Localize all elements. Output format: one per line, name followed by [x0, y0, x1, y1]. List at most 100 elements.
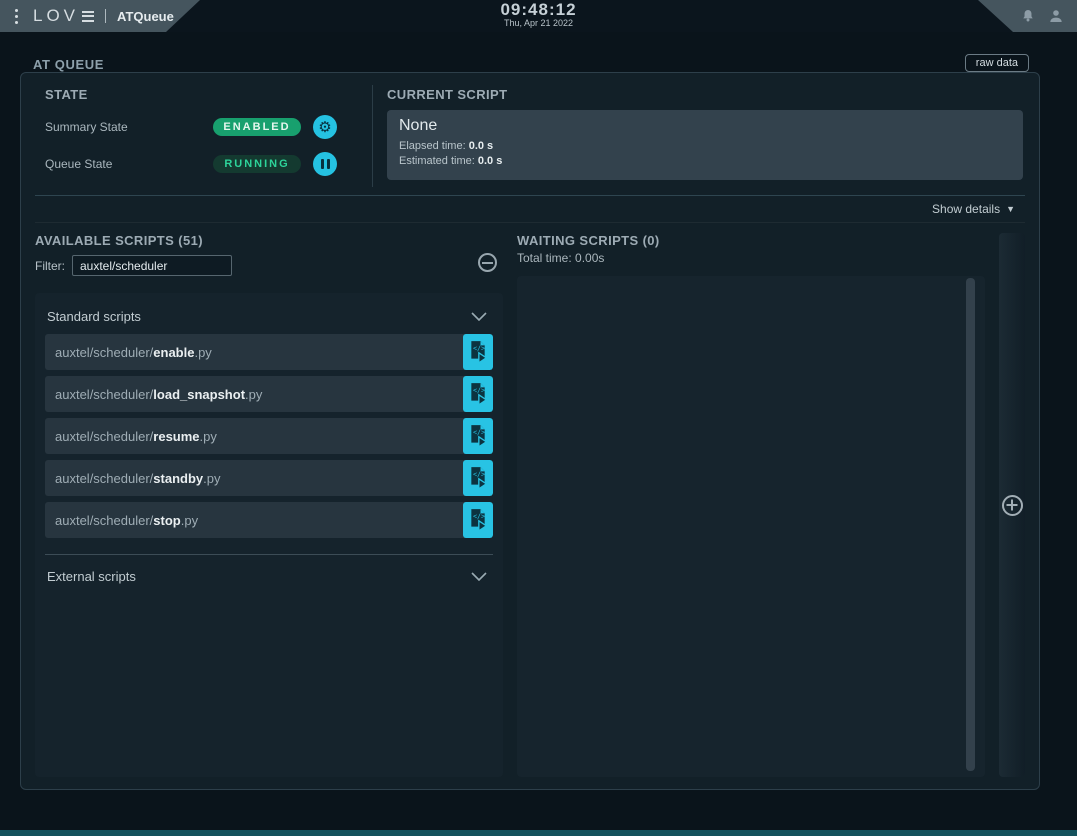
- logo-text: LOV: [33, 6, 79, 26]
- at-queue-panel: STATE Summary State ENABLED ⚙ Queue Stat…: [20, 72, 1040, 790]
- queue-state-row: Queue State RUNNING: [45, 152, 372, 176]
- script-path-text: auxtel/scheduler/resume.py: [45, 418, 463, 454]
- script-name: resume: [153, 429, 199, 444]
- elapsed-time-line: Elapsed time: 0.0 s: [399, 139, 1011, 154]
- filter-input[interactable]: [72, 255, 232, 276]
- script-row-resume[interactable]: auxtel/scheduler/resume.py </>: [45, 418, 493, 454]
- menu-kebab-icon[interactable]: [9, 5, 24, 28]
- script-name: stop: [153, 513, 180, 528]
- show-details-label: Show details: [932, 202, 1000, 216]
- add-plus-icon[interactable]: [1002, 495, 1023, 516]
- estimated-time-label: Estimated time:: [399, 155, 478, 167]
- chevron-down-icon[interactable]: [471, 572, 487, 581]
- script-path-text: auxtel/scheduler/load_snapshot.py: [45, 376, 463, 412]
- pause-icon: [321, 159, 330, 169]
- elapsed-time-value: 0.0 s: [469, 140, 493, 152]
- script-row-enable[interactable]: auxtel/scheduler/enable.py </>: [45, 334, 493, 370]
- collapse-minus-icon[interactable]: [478, 253, 497, 272]
- total-time-line: Total time: 0.00s: [517, 251, 985, 265]
- launch-script-button[interactable]: </>: [463, 502, 493, 538]
- page-title: AT QUEUE: [33, 57, 104, 72]
- launch-script-icon: </>: [468, 508, 488, 532]
- user-account-icon[interactable]: [1048, 8, 1064, 24]
- clock: 09:48:12 Thu, Apr 21 2022: [500, 1, 576, 28]
- svg-text:</>: </>: [473, 344, 485, 352]
- script-path: auxtel/scheduler/: [55, 513, 153, 528]
- chevron-down-icon: ▼: [1006, 204, 1015, 214]
- state-section: STATE Summary State ENABLED ⚙ Queue Stat…: [35, 85, 373, 187]
- script-path: auxtel/scheduler/: [55, 387, 153, 402]
- filter-label: Filter:: [35, 259, 65, 273]
- current-script-name: None: [399, 117, 1011, 135]
- chevron-down-icon[interactable]: [471, 312, 487, 321]
- current-script-heading: CURRENT SCRIPT: [387, 87, 1025, 102]
- script-path-text: auxtel/scheduler/enable.py: [45, 334, 463, 370]
- available-scripts-column: AVAILABLE SCRIPTS (51) Filter: Standard …: [35, 233, 503, 777]
- script-row-load-snapshot[interactable]: auxtel/scheduler/load_snapshot.py </>: [45, 376, 493, 412]
- svg-text:</>: </>: [473, 428, 485, 436]
- logo-separator: [105, 9, 106, 23]
- show-details-toggle[interactable]: Show details ▼: [35, 196, 1025, 223]
- total-time-value: 0.00s: [575, 251, 604, 265]
- queue-state-label: Queue State: [45, 157, 213, 171]
- script-name: load_snapshot: [153, 387, 245, 402]
- total-time-label: Total time:: [517, 251, 575, 265]
- svg-text:</>: </>: [473, 470, 485, 478]
- estimated-time-line: Estimated time: 0.0 s: [399, 154, 1011, 169]
- scripts-area: AVAILABLE SCRIPTS (51) Filter: Standard …: [35, 233, 1025, 777]
- script-path-text: auxtel/scheduler/standby.py: [45, 460, 463, 496]
- current-script-section: CURRENT SCRIPT None Elapsed time: 0.0 s …: [373, 85, 1025, 187]
- external-scripts-label: External scripts: [47, 569, 136, 584]
- script-path: auxtel/scheduler/: [55, 471, 153, 486]
- launch-script-button[interactable]: </>: [463, 418, 493, 454]
- pause-queue-button[interactable]: [313, 152, 337, 176]
- script-path: auxtel/scheduler/: [55, 345, 153, 360]
- script-path: auxtel/scheduler/: [55, 429, 153, 444]
- script-ext: .py: [194, 345, 211, 360]
- logo-e-bars-icon: [82, 11, 94, 22]
- standard-scripts-group-header[interactable]: Standard scripts: [45, 305, 493, 334]
- available-scripts-panel: Standard scripts auxtel/scheduler/enable…: [35, 293, 503, 777]
- top-bar: LOV ATQueue 09:48:12 Thu, Apr 21 2022: [0, 0, 1077, 32]
- waiting-scripts-heading: WAITING SCRIPTS (0): [517, 233, 985, 248]
- gear-icon: ⚙: [318, 120, 331, 135]
- add-script-strip: [999, 233, 1025, 777]
- launch-script-icon: </>: [468, 382, 488, 406]
- status-section: STATE Summary State ENABLED ⚙ Queue Stat…: [35, 85, 1025, 187]
- summary-state-row: Summary State ENABLED ⚙: [45, 115, 372, 139]
- svg-text:</>: </>: [473, 512, 485, 520]
- waiting-scripts-panel: [517, 276, 985, 777]
- external-scripts-group-header[interactable]: External scripts: [45, 565, 493, 594]
- script-path-text: auxtel/scheduler/stop.py: [45, 502, 463, 538]
- state-heading: STATE: [45, 87, 372, 102]
- script-row-stop[interactable]: auxtel/scheduler/stop.py </>: [45, 502, 493, 538]
- love-logo: LOV: [33, 6, 94, 26]
- waiting-scripts-column: WAITING SCRIPTS (0) Total time: 0.00s: [517, 233, 985, 777]
- clock-date: Thu, Apr 21 2022: [500, 19, 576, 28]
- notifications-bell-icon[interactable]: [1020, 8, 1036, 24]
- launch-script-button[interactable]: </>: [463, 460, 493, 496]
- summary-state-badge: ENABLED: [213, 118, 301, 136]
- current-script-card: None Elapsed time: 0.0 s Estimated time:…: [387, 110, 1023, 180]
- launch-script-button[interactable]: </>: [463, 376, 493, 412]
- group-divider: [45, 554, 493, 555]
- scrollbar-thumb[interactable]: [966, 278, 975, 771]
- view-title: ATQueue: [117, 9, 174, 24]
- estimated-time-value: 0.0 s: [478, 155, 502, 167]
- footer-bar: [0, 830, 1077, 836]
- script-name: enable: [153, 345, 194, 360]
- script-row-standby[interactable]: auxtel/scheduler/standby.py </>: [45, 460, 493, 496]
- launch-script-button[interactable]: </>: [463, 334, 493, 370]
- summary-state-config-button[interactable]: ⚙: [313, 115, 337, 139]
- script-ext: .py: [203, 471, 220, 486]
- header-left-tab: LOV ATQueue: [0, 0, 200, 32]
- script-ext: .py: [200, 429, 217, 444]
- elapsed-time-label: Elapsed time:: [399, 140, 469, 152]
- queue-state-badge: RUNNING: [213, 155, 301, 173]
- raw-data-button[interactable]: raw data: [965, 54, 1029, 72]
- header-right-tab: [971, 0, 1077, 32]
- clock-time: 09:48:12: [500, 1, 576, 19]
- launch-script-icon: </>: [468, 424, 488, 448]
- script-ext: .py: [181, 513, 198, 528]
- summary-state-label: Summary State: [45, 120, 213, 134]
